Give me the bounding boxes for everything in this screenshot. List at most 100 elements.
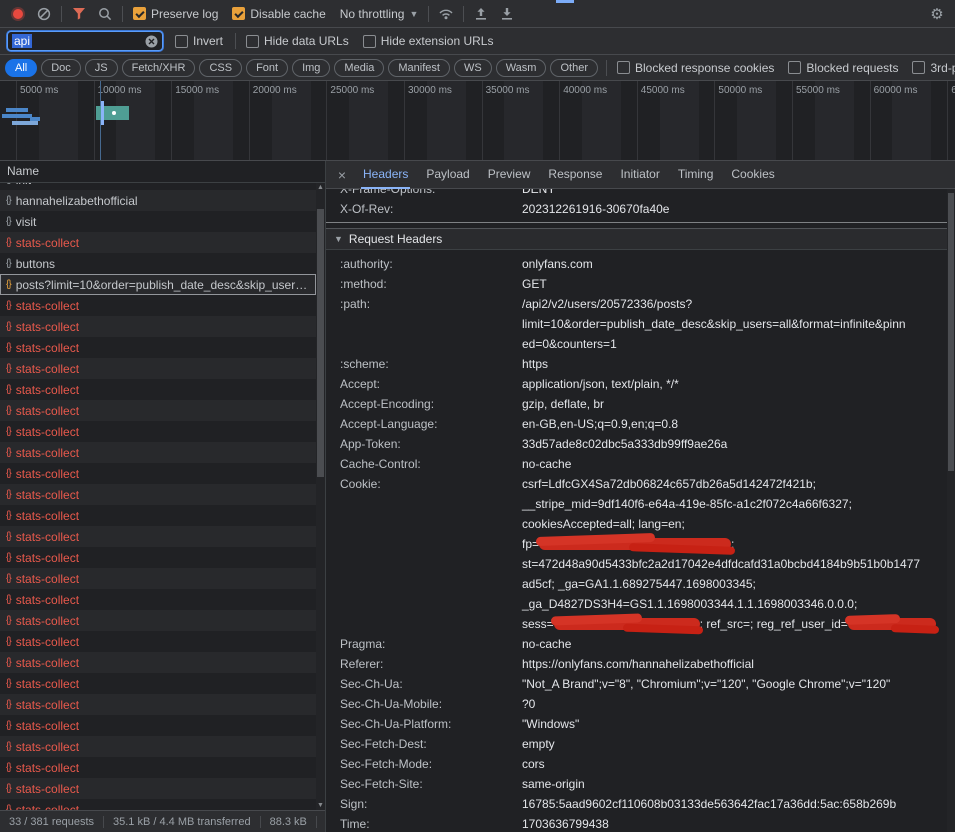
- close-details-button[interactable]: ×: [330, 167, 354, 183]
- hide-data-urls-checkbox[interactable]: Hide data URLs: [246, 34, 349, 48]
- tab-timing[interactable]: Timing: [669, 161, 723, 189]
- request-row[interactable]: {}hannahelizabethofficial: [0, 190, 316, 211]
- request-row[interactable]: {}stats-collect: [0, 316, 316, 337]
- scrollbar-thumb[interactable]: [317, 209, 324, 477]
- request-row[interactable]: {}visit: [0, 211, 316, 232]
- json-file-icon: {}: [6, 342, 11, 353]
- blocked-requests-label: Blocked requests: [806, 61, 898, 75]
- request-row[interactable]: {}stats-collect: [0, 232, 316, 253]
- request-row[interactable]: {}stats-collect: [0, 589, 316, 610]
- type-filter-other[interactable]: Other: [550, 59, 598, 77]
- tab-cookies[interactable]: Cookies: [722, 161, 783, 189]
- request-headers-list: :authority:onlyfans.com:method:GET:path:…: [326, 250, 947, 832]
- tab-response[interactable]: Response: [539, 161, 611, 189]
- record-button[interactable]: [5, 3, 31, 25]
- timeline-gridline: [94, 81, 95, 160]
- header-value-text: csrf=LdfcGX4Sa72db06824c657db26a5d142472…: [522, 477, 816, 491]
- type-filter-ws[interactable]: WS: [454, 59, 492, 77]
- request-list: {}init{}hannahelizabethofficial{}visit{}…: [0, 183, 316, 810]
- request-row[interactable]: {}stats-collect: [0, 295, 316, 316]
- request-row[interactable]: {}init: [0, 183, 316, 190]
- request-row[interactable]: {}stats-collect: [0, 463, 316, 484]
- import-har-button[interactable]: [494, 3, 520, 25]
- third-party-requests-label: 3rd-party requests: [930, 61, 955, 75]
- filter-toggle-button[interactable]: [66, 3, 92, 25]
- blocked-requests-checkbox[interactable]: Blocked requests: [788, 61, 898, 75]
- request-row[interactable]: {}stats-collect: [0, 715, 316, 736]
- details-scrollbar[interactable]: [947, 189, 955, 832]
- name-column-header[interactable]: Name: [0, 161, 325, 183]
- type-filter-wasm[interactable]: Wasm: [496, 59, 547, 77]
- type-filter-js[interactable]: JS: [85, 59, 118, 77]
- header-value: https: [522, 354, 947, 374]
- tab-preview[interactable]: Preview: [479, 161, 540, 189]
- tab-headers[interactable]: Headers: [354, 161, 417, 189]
- clear-button[interactable]: [31, 3, 57, 25]
- request-row[interactable]: {}stats-collect: [0, 799, 316, 810]
- request-row[interactable]: {}stats-collect: [0, 610, 316, 631]
- type-filter-all[interactable]: All: [5, 59, 37, 77]
- search-button[interactable]: [92, 3, 118, 25]
- blocked-response-cookies-checkbox[interactable]: Blocked response cookies: [617, 61, 774, 75]
- json-file-icon: {}: [6, 279, 11, 290]
- request-row[interactable]: {}stats-collect: [0, 673, 316, 694]
- type-filter-img[interactable]: Img: [292, 59, 330, 77]
- network-filter-input[interactable]: api: [7, 31, 163, 51]
- request-row[interactable]: {}stats-collect: [0, 526, 316, 547]
- request-row[interactable]: {}stats-collect: [0, 337, 316, 358]
- tab-initiator[interactable]: Initiator: [611, 161, 668, 189]
- timeline[interactable]: 5000 ms10000 ms15000 ms20000 ms25000 ms3…: [0, 81, 955, 161]
- scrollbar-thumb[interactable]: [948, 193, 954, 471]
- type-filter-media[interactable]: Media: [334, 59, 384, 77]
- request-row[interactable]: {}stats-collect: [0, 484, 316, 505]
- settings-button[interactable]: ⚙: [924, 3, 950, 25]
- throttling-value: No throttling: [340, 7, 405, 21]
- third-party-requests-checkbox[interactable]: 3rd-party requests: [912, 61, 955, 75]
- request-row[interactable]: {}buttons: [0, 253, 316, 274]
- timeline-gridline: [326, 81, 327, 160]
- preserve-log-checkbox[interactable]: Preserve log: [133, 7, 218, 21]
- request-list-scrollbar[interactable]: ▲ ▼: [316, 183, 325, 810]
- request-row[interactable]: {}stats-collect: [0, 631, 316, 652]
- request-row[interactable]: {}stats-collect: [0, 778, 316, 799]
- request-row[interactable]: {}stats-collect: [0, 736, 316, 757]
- export-har-button[interactable]: [468, 3, 494, 25]
- scroll-up-icon[interactable]: ▲: [316, 184, 325, 191]
- network-conditions-button[interactable]: [433, 3, 459, 25]
- type-filter-font[interactable]: Font: [246, 59, 288, 77]
- invert-checkbox[interactable]: Invert: [175, 34, 223, 48]
- request-row[interactable]: {}stats-collect: [0, 505, 316, 526]
- request-row[interactable]: {}stats-collect: [0, 379, 316, 400]
- type-filter-doc[interactable]: Doc: [41, 59, 81, 77]
- request-row[interactable]: {}stats-collect: [0, 568, 316, 589]
- request-name: stats-collect: [16, 551, 79, 565]
- network-toolbar: Preserve log Disable cache No throttling…: [0, 0, 955, 28]
- request-row[interactable]: {}stats-collect: [0, 400, 316, 421]
- request-row[interactable]: {}stats-collect: [0, 694, 316, 715]
- type-filter-manifest[interactable]: Manifest: [388, 59, 450, 77]
- request-name: stats-collect: [16, 593, 79, 607]
- type-filter-css[interactable]: CSS: [199, 59, 242, 77]
- header-name: Accept-Language:: [326, 414, 522, 434]
- clear-filter-icon[interactable]: [145, 35, 158, 48]
- request-row[interactable]: {}stats-collect: [0, 358, 316, 379]
- timeline-tick-label: 50000 ms: [718, 85, 762, 96]
- hide-extension-urls-checkbox[interactable]: Hide extension URLs: [363, 34, 494, 48]
- disable-cache-checkbox[interactable]: Disable cache: [232, 7, 325, 21]
- request-row[interactable]: {}stats-collect: [0, 547, 316, 568]
- request-row[interactable]: {}stats-collect: [0, 442, 316, 463]
- timeline-tick-label: 20000 ms: [253, 85, 297, 96]
- header-row: Sign:16785:5aad9602cf110608b03133de56364…: [326, 794, 947, 814]
- request-row[interactable]: {}stats-collect: [0, 652, 316, 673]
- request-row-selected[interactable]: {}posts?limit=10&order=publish_date_desc…: [0, 274, 316, 295]
- tab-payload[interactable]: Payload: [417, 161, 478, 189]
- throttling-dropdown[interactable]: No throttling ▼: [340, 7, 419, 21]
- scroll-down-icon[interactable]: ▼: [316, 802, 325, 809]
- request-row[interactable]: {}stats-collect: [0, 757, 316, 778]
- header-row: Cookie:csrf=LdfcGX4Sa72db06824c657db26a5…: [326, 474, 947, 634]
- request-name: stats-collect: [16, 446, 79, 460]
- request-headers-section[interactable]: ▼ Request Headers: [326, 228, 947, 250]
- type-filter-fetch-xhr[interactable]: Fetch/XHR: [122, 59, 196, 77]
- header-value-text: ad5cf; _ga=GA1.1.689275447.1698003345;: [522, 577, 756, 591]
- request-row[interactable]: {}stats-collect: [0, 421, 316, 442]
